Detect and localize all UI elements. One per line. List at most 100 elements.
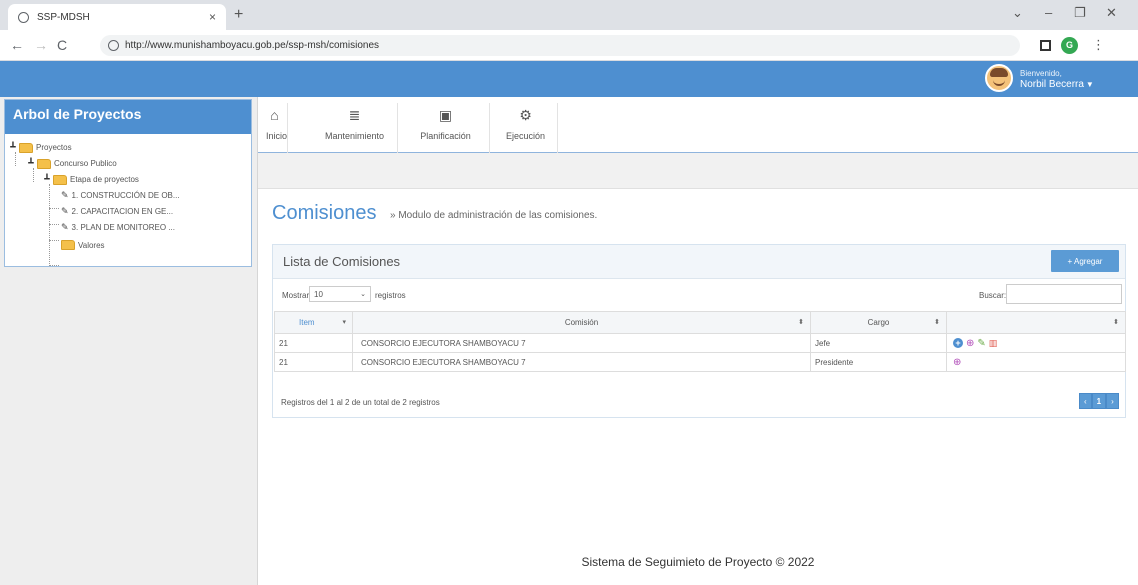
tree-node-item-2[interactable]: ✎ 2. CAPACITACION EN GE... — [61, 206, 173, 217]
browser-tabbar: SSP-MDSH × + ⌄ – ❐ ✕ — [0, 0, 1138, 30]
url-text: http://www.munishamboyacu.gob.pe/ssp-msh… — [125, 40, 380, 51]
sort-icon: ⬍ — [1113, 319, 1119, 326]
tab-search-icon[interactable]: ⌄ — [1012, 5, 1023, 21]
app-header: Bienvenido, Norbil Becerra ▼ — [0, 61, 1138, 97]
tree-node-concurso[interactable]: ┻ Concurso Publico — [27, 158, 117, 169]
tab-close-icon[interactable]: × — [209, 10, 216, 24]
minimize-button[interactable]: – — [1045, 5, 1052, 20]
zoom-icon[interactable]: ⊕ — [966, 338, 974, 349]
comisiones-table: Item ▾ Comisión ⬍ Cargo ⬍ ⬍ 21 CONSORCIO EJ… — [274, 311, 1126, 372]
page-title: Comisiones — [272, 202, 377, 224]
collapse-icon[interactable]: ┻ — [43, 174, 51, 185]
nav-inicio[interactable]: ⌂ Inicio — [262, 103, 288, 153]
add-button[interactable]: + Agregar — [1051, 250, 1119, 272]
cell-actions: + ⊕ ✎ ▥ — [946, 333, 1126, 353]
page-subtitle: » Modulo de administración de las comisi… — [390, 210, 598, 221]
close-window-button[interactable]: ✕ — [1106, 5, 1117, 21]
back-arrow-icon[interactable]: ← — [10, 37, 24, 53]
cell-cargo: Jefe — [810, 333, 947, 353]
widget-title: Lista de Comisiones — [283, 254, 401, 269]
maximize-button[interactable]: ❐ — [1074, 5, 1086, 21]
new-tab-button[interactable]: + — [234, 6, 243, 24]
table-header-row: Item ▾ Comisión ⬍ Cargo ⬍ ⬍ — [274, 311, 1126, 334]
user-name: Norbil Becerra — [1020, 79, 1084, 90]
main-nav: ⌂ Inicio ≣ Mantenimiento ▣ Planificación… — [258, 97, 1138, 153]
column-header-cargo[interactable]: Cargo ⬍ — [810, 311, 947, 334]
nav-planificacion[interactable]: ▣ Planificación — [402, 103, 490, 153]
tree-title: Arbol de Proyectos — [5, 100, 251, 134]
tree-node-label: Etapa de proyectos — [70, 175, 139, 184]
next-page-button[interactable]: › — [1106, 393, 1119, 409]
zoom-icon[interactable]: ⊕ — [953, 357, 961, 368]
address-bar-row: ← → C http://www.munishamboyacu.gob.pe/s… — [0, 30, 1138, 61]
search-input[interactable] — [1006, 284, 1122, 304]
welcome-text: Bienvenido, — [1020, 69, 1062, 78]
page-size-value: 10 — [314, 289, 323, 299]
reload-icon[interactable]: C — [57, 37, 67, 53]
add-circle-icon[interactable]: + — [953, 338, 963, 348]
tree-node-label: Valores — [78, 240, 105, 250]
tree-node-label: Proyectos — [36, 143, 72, 152]
nav-mantenimiento[interactable]: ≣ Mantenimiento — [312, 103, 398, 153]
breadcrumb-bar — [258, 153, 1138, 189]
forward-arrow-icon[interactable]: → — [34, 37, 48, 53]
globe-icon — [18, 11, 29, 23]
collapse-icon[interactable]: ┻ — [9, 142, 17, 153]
briefcase-icon: ▣ — [438, 107, 453, 123]
nav-ejecucion[interactable]: ⚙ Ejecución — [494, 103, 558, 153]
table-controls: Mostrar 10 ⌄ registros Buscar: — [273, 279, 1125, 311]
nav-label: Inicio — [266, 131, 288, 141]
tree-node-proyectos[interactable]: ┻ Proyectos — [9, 142, 72, 153]
prev-page-button[interactable]: ‹ — [1079, 393, 1092, 409]
comisiones-widget: Lista de Comisiones + Agregar Mostrar 10… — [272, 244, 1126, 418]
pagination: ‹ 1 › — [1079, 393, 1119, 409]
user-avatar[interactable] — [985, 64, 1013, 92]
profile-avatar[interactable]: G — [1061, 37, 1078, 54]
column-header-comision[interactable]: Comisión ⬍ — [352, 311, 811, 334]
pencil-icon[interactable]: ✎ — [977, 338, 985, 349]
tree-node-label: 3. PLAN DE MONITOREO ... — [71, 223, 175, 232]
column-header-actions[interactable]: ⬍ — [946, 311, 1126, 334]
tree-node-item-3[interactable]: ✎ 3. PLAN DE MONITOREO ... — [61, 222, 175, 233]
table-info: Registros del 1 al 2 de un total de 2 re… — [281, 398, 440, 407]
search-label: Buscar: — [979, 291, 1007, 300]
browser-tab[interactable]: SSP-MDSH × — [8, 4, 226, 30]
url-field[interactable]: http://www.munishamboyacu.gob.pe/ssp-msh… — [100, 35, 1020, 56]
page-1-button[interactable]: 1 — [1091, 393, 1107, 409]
sort-icon: ⬍ — [934, 319, 940, 326]
folder-icon — [61, 240, 75, 250]
browser-menu-icon[interactable]: ⋮ — [1092, 37, 1105, 53]
tree-node-label: 2. CAPACITACION EN GE... — [71, 207, 174, 216]
cell-comision: CONSORCIO EJECUTORA SHAMBOYACU 7 — [352, 352, 811, 372]
user-menu[interactable]: Bienvenido, Norbil Becerra ▼ — [1020, 69, 1094, 90]
tab-title: SSP-MDSH — [37, 11, 90, 23]
gears-icon: ⚙ — [519, 107, 532, 123]
caret-down-icon: ▼ — [1085, 80, 1094, 89]
page-size-select[interactable]: 10 ⌄ — [309, 286, 371, 302]
cell-item: 21 — [274, 333, 353, 353]
cell-comision: CONSORCIO EJECUTORA SHAMBOYACU 7 — [352, 333, 811, 353]
tree-node-etapa[interactable]: ┻ Etapa de proyectos — [43, 174, 139, 185]
column-header-item[interactable]: Item ▾ — [274, 311, 353, 334]
folder-icon — [53, 174, 67, 185]
trash-icon[interactable]: ▥ — [989, 338, 998, 349]
tree-node-valores[interactable]: Valores — [61, 240, 105, 250]
table-row: 21 CONSORCIO EJECUTORA SHAMBOYACU 7 Jefe… — [274, 333, 1126, 353]
chevron-down-icon: ⌄ — [360, 291, 366, 298]
sort-desc-icon: ▾ — [342, 319, 346, 326]
show-label: Mostrar — [282, 291, 310, 300]
cell-actions: ⊕ — [946, 352, 1126, 372]
folder-icon — [37, 158, 51, 169]
sidebar: Arbol de Proyectos ┻ Proyectos ┻ Concurs… — [0, 97, 258, 585]
tree-node-label: 1. CONSTRUCCIÓN DE OB... — [71, 191, 180, 200]
tree-node-item-1[interactable]: ✎ 1. CONSTRUCCIÓN DE OB... — [61, 190, 180, 201]
widget-header: Lista de Comisiones + Agregar — [273, 245, 1125, 279]
extension-icon[interactable] — [1040, 40, 1051, 51]
tree-node-label: Concurso Publico — [54, 159, 117, 168]
database-icon: ≣ — [348, 107, 361, 123]
home-icon: ⌂ — [270, 107, 279, 123]
collapse-icon[interactable]: ┻ — [27, 158, 35, 169]
records-label: registros — [375, 291, 406, 300]
site-info-icon[interactable] — [108, 40, 119, 51]
cell-cargo: Presidente — [810, 352, 947, 372]
